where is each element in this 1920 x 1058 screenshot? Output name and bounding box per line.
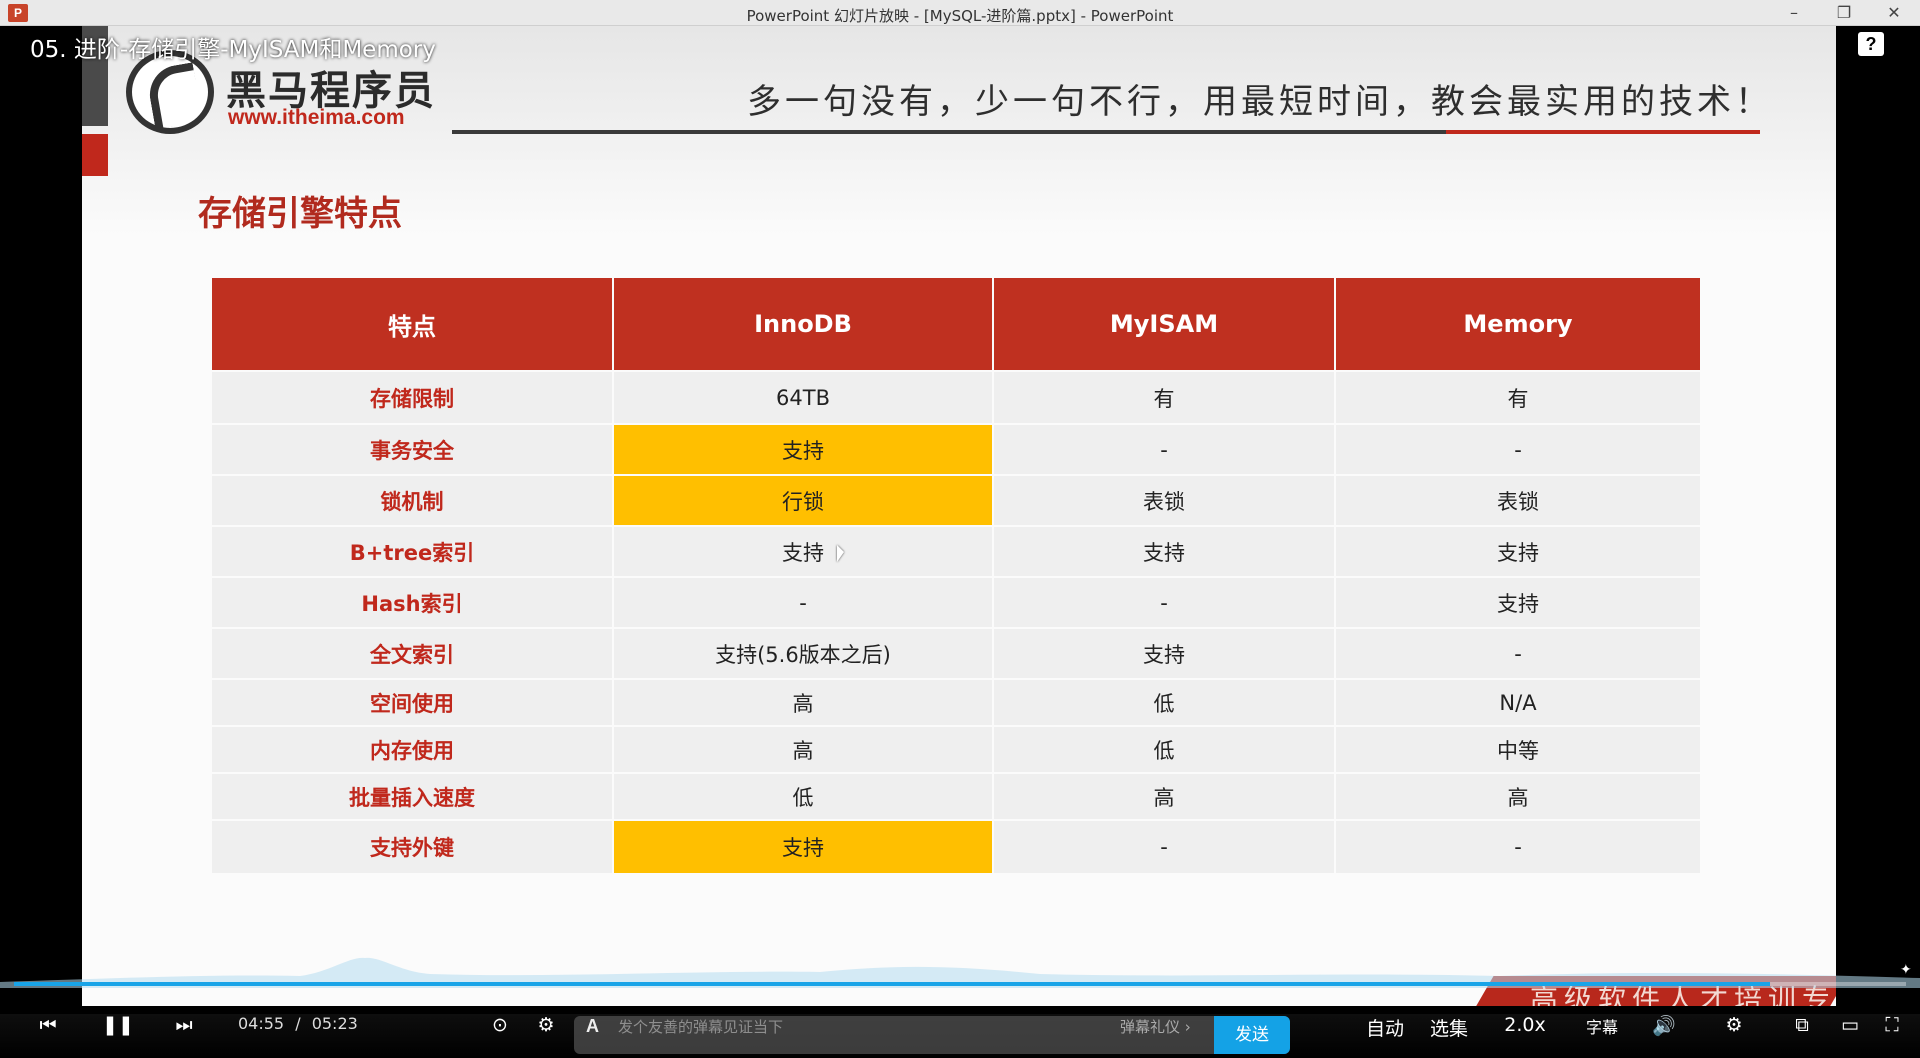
header-feature: 特点: [212, 278, 612, 370]
powerpoint-title-bar: P PowerPoint 幻灯片放映 - [MySQL-进阶篇.pptx] - …: [0, 0, 1920, 26]
window-title: PowerPoint 幻灯片放映 - [MySQL-进阶篇.pptx] - Po…: [746, 7, 1174, 25]
row-label: 支持外键: [212, 821, 612, 873]
table-row: B+tree索引 支持 支持 支持: [212, 527, 1700, 576]
row-label: 事务安全: [212, 425, 612, 474]
table-row: 事务安全 支持 - -: [212, 425, 1700, 474]
close-button[interactable]: ✕: [1874, 2, 1914, 24]
table-row: 空间使用 高 低 N/A: [212, 680, 1700, 725]
myisam-cell: 支持: [994, 629, 1334, 678]
row-label: 锁机制: [212, 476, 612, 525]
logo-url: www.itheima.com: [228, 106, 405, 129]
settings-icon[interactable]: ⚙: [1716, 1014, 1752, 1058]
row-label: 全文索引: [212, 629, 612, 678]
myisam-cell: -: [994, 821, 1334, 873]
table-row: Hash索引 - - 支持: [212, 578, 1700, 627]
myisam-cell: 支持: [994, 527, 1334, 576]
header-myisam: MyISAM: [994, 278, 1334, 370]
previous-icon[interactable]: ⏮: [30, 1014, 66, 1058]
volume-icon[interactable]: 🔊: [1646, 1014, 1682, 1058]
table-row: 支持外键 支持 - -: [212, 821, 1700, 873]
video-title: 05. 进阶-存储引擎-MyISAM和Memory: [30, 37, 436, 63]
memory-cell: -: [1336, 425, 1700, 474]
slide-heading: 存储引擎特点: [198, 194, 402, 234]
danmaku-etiquette-link[interactable]: 弹幕礼仪 ›: [1120, 1016, 1191, 1037]
fullscreen-icon[interactable]: ⛶: [1874, 1014, 1910, 1058]
innodb-cell: 64TB: [614, 372, 992, 423]
innodb-cell: 高: [614, 727, 992, 772]
help-icon[interactable]: ?: [1858, 32, 1884, 56]
storage-engine-table: 特点 InnoDB MyISAM Memory 存储限制 64TB 有 有 事务…: [210, 276, 1702, 875]
memory-cell: 支持: [1336, 527, 1700, 576]
memory-cell: -: [1336, 629, 1700, 678]
innodb-cell-highlighted: 支持: [614, 425, 992, 474]
header-innodb: InnoDB: [614, 278, 992, 370]
progress-handle-icon[interactable]: ✦: [1900, 962, 1914, 978]
row-label: B+tree索引: [212, 527, 612, 576]
row-label: 内存使用: [212, 727, 612, 772]
myisam-cell: 有: [994, 372, 1334, 423]
auto-quality-button[interactable]: 自动: [1360, 1014, 1410, 1058]
table-row: 锁机制 行锁 表锁 表锁: [212, 476, 1700, 525]
memory-cell: 表锁: [1336, 476, 1700, 525]
row-label: 空间使用: [212, 680, 612, 725]
picture-in-picture-icon[interactable]: ⧉: [1784, 1014, 1820, 1058]
innodb-cell: 支持: [614, 527, 992, 576]
innodb-cell: -: [614, 578, 992, 627]
memory-cell: 高: [1336, 774, 1700, 819]
mouse-cursor-icon: [837, 545, 844, 562]
slogan-underline-red: [1446, 130, 1760, 134]
row-label: 存储限制: [212, 372, 612, 423]
danmaku-input[interactable]: 发个友善的弹幕见证当下: [618, 1016, 783, 1037]
memory-cell: 有: [1336, 372, 1700, 423]
header-memory: Memory: [1336, 278, 1700, 370]
table-row: 内存使用 高 低 中等: [212, 727, 1700, 772]
memory-cell: 支持: [1336, 578, 1700, 627]
presentation-slide: 黑马程序员 www.itheima.com 多一句没有，少一句不行，用最短时间，…: [82, 26, 1836, 1006]
time-separator: /: [295, 1014, 301, 1033]
myisam-cell: -: [994, 425, 1334, 474]
subtitle-button[interactable]: 字幕: [1578, 1014, 1626, 1058]
table-row: 批量插入速度 低 高 高: [212, 774, 1700, 819]
video-progress-fill: [14, 982, 1770, 986]
myisam-cell: 高: [994, 774, 1334, 819]
video-progress-bar[interactable]: [14, 982, 1906, 986]
time-display: 04:55 / 05:23: [238, 1014, 358, 1058]
table-header-row: 特点 InnoDB MyISAM Memory: [212, 278, 1700, 370]
danmaku-style-icon[interactable]: A: [586, 1016, 599, 1037]
memory-cell: 中等: [1336, 727, 1700, 772]
table-row: 存储限制 64TB 有 有: [212, 372, 1700, 423]
innodb-cell-highlighted: 支持: [614, 821, 992, 873]
danmaku-input-box[interactable]: A 发个友善的弹幕见证当下 弹幕礼仪 › 发送: [574, 1016, 1290, 1054]
danmaku-settings-icon[interactable]: ⚙: [530, 1014, 562, 1058]
restore-button[interactable]: ❐: [1824, 2, 1864, 24]
memory-cell: -: [1336, 821, 1700, 873]
playback-speed-button[interactable]: 2.0x: [1494, 1014, 1556, 1058]
row-label: 批量插入速度: [212, 774, 612, 819]
widescreen-icon[interactable]: ▭: [1832, 1014, 1868, 1058]
duration: 05:23: [311, 1014, 358, 1033]
myisam-cell: 低: [994, 680, 1334, 725]
myisam-cell: -: [994, 578, 1334, 627]
send-danmaku-button[interactable]: 发送: [1214, 1016, 1290, 1054]
next-icon[interactable]: ⏭: [166, 1014, 202, 1058]
innodb-cell-highlighted: 行锁: [614, 476, 992, 525]
episodes-button[interactable]: 选集: [1424, 1014, 1474, 1058]
slide-slogan: 多一句没有，少一句不行，用最短时间，教会最实用的技术！: [747, 82, 1773, 122]
row-label: Hash索引: [212, 578, 612, 627]
table-row: 全文索引 支持(5.6版本之后) 支持 -: [212, 629, 1700, 678]
minimize-button[interactable]: –: [1774, 2, 1814, 24]
innodb-cell: 高: [614, 680, 992, 725]
memory-cell: N/A: [1336, 680, 1700, 725]
slide-sidebar-red-accent: [82, 134, 108, 176]
myisam-cell: 低: [994, 727, 1334, 772]
innodb-cell: 低: [614, 774, 992, 819]
pause-icon[interactable]: ❚❚: [100, 1014, 136, 1058]
innodb-cell: 支持(5.6版本之后): [614, 629, 992, 678]
myisam-cell: 表锁: [994, 476, 1334, 525]
current-time: 04:55: [238, 1014, 285, 1033]
danmaku-toggle-icon[interactable]: ⊙: [484, 1014, 516, 1058]
